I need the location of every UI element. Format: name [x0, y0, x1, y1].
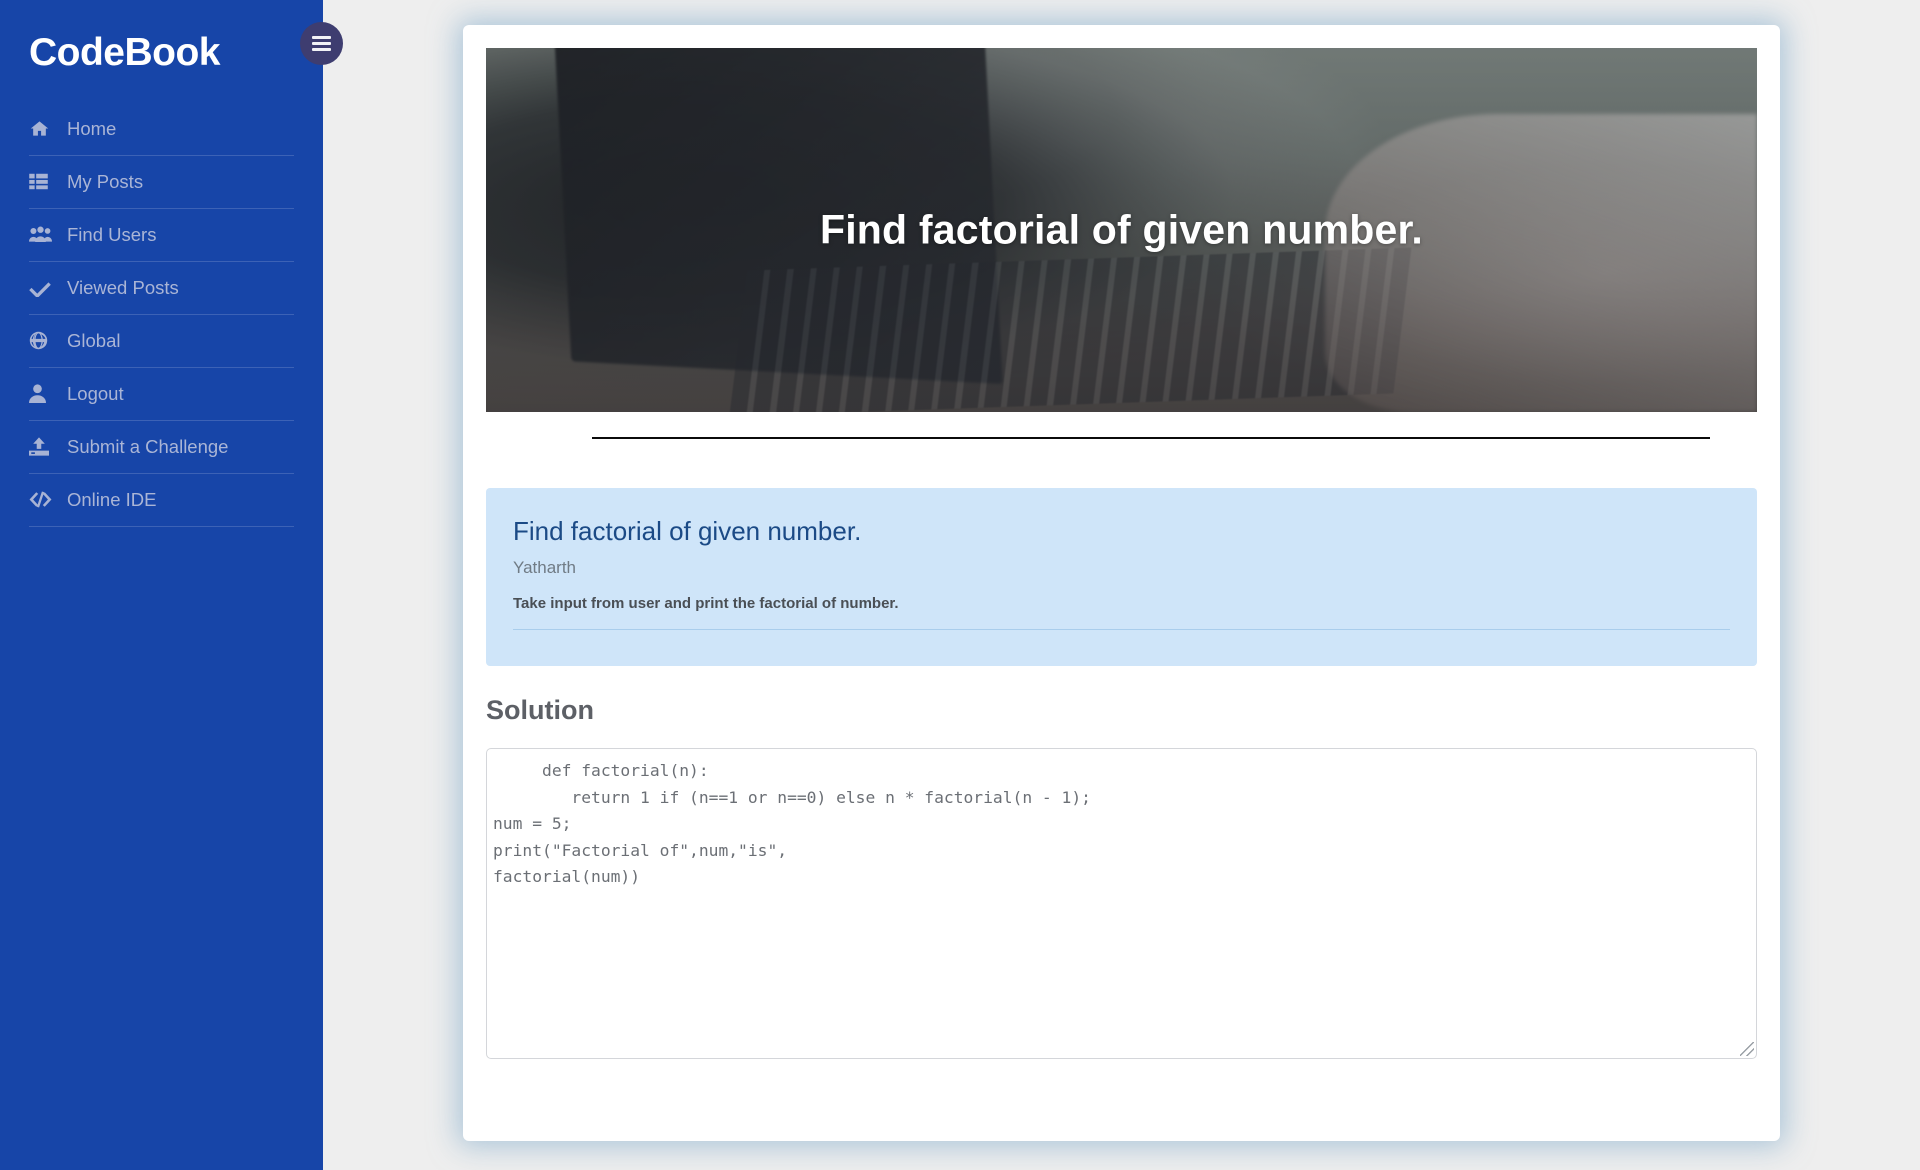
- sidebar-item-label: Online IDE: [67, 488, 157, 510]
- textarea-resize-handle[interactable]: [1740, 1042, 1754, 1056]
- sidebar-item-logout[interactable]: Logout: [29, 368, 294, 421]
- home-icon: [29, 119, 63, 138]
- hero-title: Find factorial of given number.: [819, 206, 1424, 253]
- users-icon: [29, 226, 63, 243]
- solution-code-textarea[interactable]: def factorial(n): return 1 if (n==1 or n…: [486, 748, 1757, 1059]
- list-icon: [29, 173, 63, 190]
- sidebar: CodeBook Home My Posts Find Users Viewed…: [0, 0, 323, 1170]
- hero-banner: Find factorial of given number.: [486, 48, 1757, 412]
- post-info-divider: [513, 629, 1730, 630]
- sidebar-nav: Home My Posts Find Users Viewed Posts Gl…: [0, 103, 323, 527]
- sidebar-item-submit-challenge[interactable]: Submit a Challenge: [29, 421, 294, 474]
- sidebar-item-home[interactable]: Home: [29, 103, 294, 156]
- solution-code-text[interactable]: def factorial(n): return 1 if (n==1 or n…: [487, 749, 1756, 891]
- app-brand-title: CodeBook: [29, 31, 221, 74]
- post-description: Take input from user and print the facto…: [513, 594, 899, 612]
- post-info-card: Find factorial of given number. Yatharth…: [486, 488, 1757, 666]
- sidebar-item-online-ide[interactable]: Online IDE: [29, 474, 294, 527]
- post-author: Yatharth: [513, 557, 577, 577]
- sidebar-item-label: Global: [67, 329, 121, 351]
- sidebar-item-find-users[interactable]: Find Users: [29, 209, 294, 262]
- app-root: CodeBook Home My Posts Find Users Viewed…: [0, 0, 1920, 1170]
- check-icon: [29, 279, 63, 297]
- upload-icon: [29, 437, 63, 456]
- solution-heading: Solution: [486, 695, 594, 725]
- sidebar-item-label: My Posts: [67, 170, 144, 192]
- sidebar-item-my-posts[interactable]: My Posts: [29, 156, 294, 209]
- sidebar-item-label: Logout: [67, 382, 124, 404]
- sidebar-item-global[interactable]: Global: [29, 315, 294, 368]
- post-detail-card: Find factorial of given number. Find fac…: [463, 25, 1780, 1141]
- hero-divider: [592, 437, 1710, 439]
- sidebar-item-label: Viewed Posts: [67, 276, 179, 298]
- main-content: Find factorial of given number. Find fac…: [323, 0, 1920, 1170]
- menu-toggle-button[interactable]: [300, 22, 343, 65]
- globe-icon: [29, 331, 63, 350]
- sidebar-item-label: Find Users: [67, 223, 157, 245]
- code-icon: [29, 491, 63, 508]
- post-title: Find factorial of given number.: [513, 516, 862, 546]
- sidebar-item-label: Home: [67, 117, 117, 139]
- hamburger-icon: [312, 33, 331, 54]
- sidebar-item-viewed-posts[interactable]: Viewed Posts: [29, 262, 294, 315]
- user-icon: [29, 384, 63, 404]
- sidebar-item-label: Submit a Challenge: [67, 435, 229, 457]
